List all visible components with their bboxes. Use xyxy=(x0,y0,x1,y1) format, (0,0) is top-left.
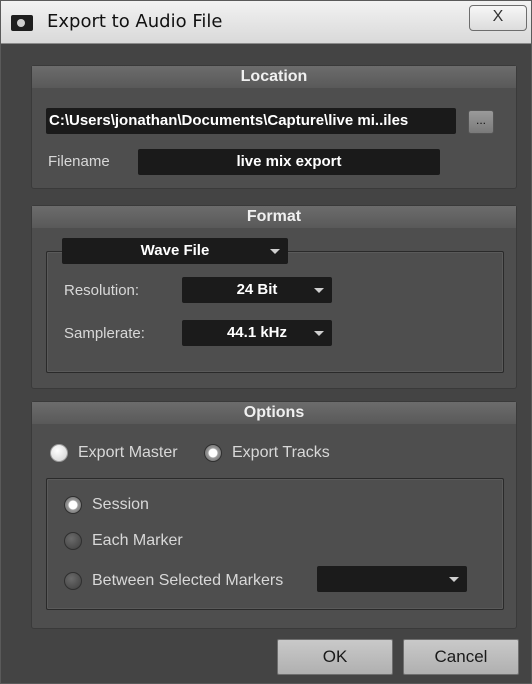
markers-dropdown[interactable] xyxy=(317,566,467,592)
export-master-label[interactable]: Export Master xyxy=(78,444,178,462)
ok-button[interactable]: OK xyxy=(277,639,393,675)
between-markers-label[interactable]: Between Selected Markers xyxy=(92,572,283,590)
file-type-dropdown[interactable]: Wave File xyxy=(62,238,288,264)
format-header: Format xyxy=(32,206,516,228)
chevron-down-icon xyxy=(314,331,324,336)
options-header: Options xyxy=(32,402,516,424)
samplerate-dropdown[interactable]: 44.1 kHz xyxy=(182,320,332,346)
each-marker-radio[interactable] xyxy=(64,532,82,550)
resolution-value: 24 Bit xyxy=(236,281,278,298)
filename-input[interactable]: live mix export xyxy=(138,149,440,175)
export-dialog: Export to Audio File X Location C:\Users… xyxy=(0,0,532,684)
close-button[interactable]: X xyxy=(469,5,527,31)
close-icon: X xyxy=(492,8,504,25)
session-label[interactable]: Session xyxy=(92,496,149,514)
location-header: Location xyxy=(32,66,516,88)
resolution-dropdown[interactable]: 24 Bit xyxy=(182,277,332,303)
title-bar: Export to Audio File X xyxy=(1,1,531,44)
options-panel: Options Export Master Export Tracks Sess… xyxy=(31,401,517,629)
between-markers-radio[interactable] xyxy=(64,572,82,590)
export-tracks-label[interactable]: Export Tracks xyxy=(232,444,330,462)
path-field[interactable]: C:\Users\jonathan\Documents\Capture\live… xyxy=(46,108,456,134)
chevron-down-icon xyxy=(449,577,459,582)
each-marker-label[interactable]: Each Marker xyxy=(92,532,183,550)
export-master-radio[interactable] xyxy=(50,444,68,462)
cancel-button[interactable]: Cancel xyxy=(403,639,519,675)
export-tracks-radio[interactable] xyxy=(204,444,222,462)
location-panel: Location C:\Users\jonathan\Documents\Cap… xyxy=(31,65,517,189)
session-radio[interactable] xyxy=(64,496,82,514)
format-panel: Format Wave File Resolution: 24 Bit Samp… xyxy=(31,205,517,389)
samplerate-label: Samplerate: xyxy=(64,325,145,342)
chevron-down-icon xyxy=(270,249,280,254)
browse-button[interactable]: ... xyxy=(468,110,494,134)
file-type-value: Wave File xyxy=(140,242,210,259)
samplerate-value: 44.1 kHz xyxy=(226,324,288,341)
resolution-label: Resolution: xyxy=(64,282,140,299)
chevron-down-icon xyxy=(314,288,324,293)
filename-label: Filename xyxy=(48,153,110,170)
app-icon xyxy=(11,15,33,31)
format-group xyxy=(46,251,504,373)
window-title: Export to Audio File xyxy=(47,11,223,32)
